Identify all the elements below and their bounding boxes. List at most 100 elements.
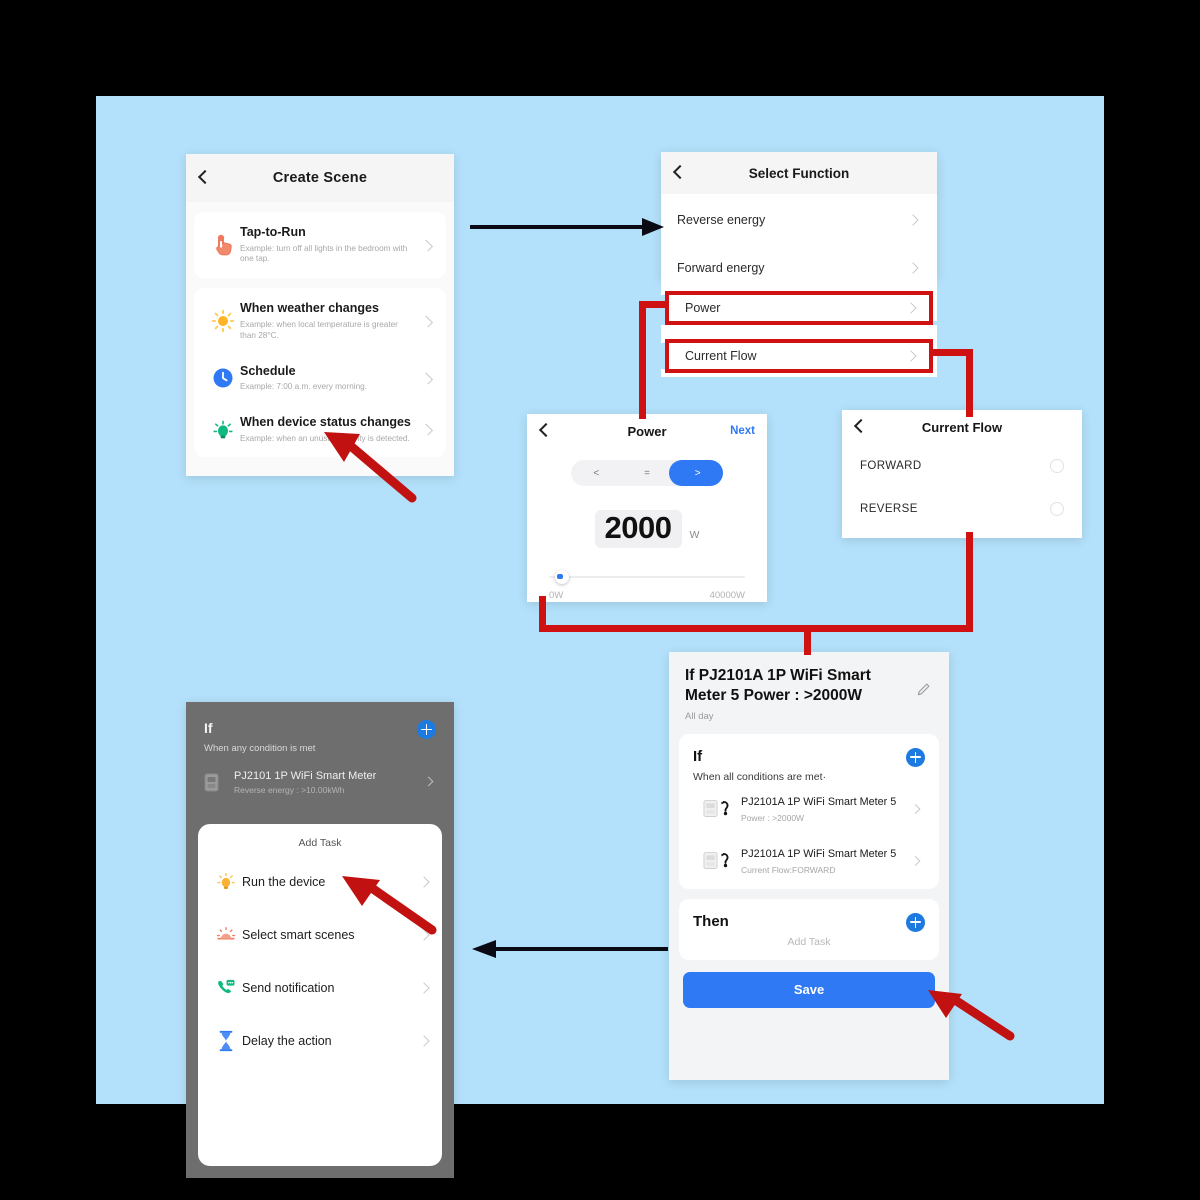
sheet-item-send-notification[interactable]: Send notification: [198, 961, 442, 1014]
operator-segmented-control[interactable]: < = >: [571, 460, 723, 486]
if-section: If When all conditions are met· PJ2101A …: [679, 733, 939, 889]
option-reverse[interactable]: REVERSE: [842, 487, 1082, 530]
background-device-row[interactable]: PJ2101 1P WiFi Smart Meter Reverse energ…: [204, 770, 436, 795]
plus-circle-icon[interactable]: [906, 912, 925, 932]
list-item-forward-energy[interactable]: Forward energy: [661, 252, 937, 280]
list-item-text: When weather changes Example: when local…: [240, 301, 422, 341]
sheet-item-delay-the-action[interactable]: Delay the action: [198, 1014, 442, 1067]
next-button[interactable]: Next: [730, 425, 755, 437]
black-arrow-create-to-select: [470, 218, 664, 236]
power-value-input[interactable]: 2000: [594, 510, 682, 549]
list-item-reverse-energy[interactable]: Reverse energy: [661, 204, 937, 236]
bulb-icon: [210, 871, 242, 893]
save-button[interactable]: Save: [683, 971, 935, 1008]
power-panel: Power Next < = > 2000 W 0W 40000W: [527, 414, 767, 602]
operator-less-than[interactable]: <: [571, 468, 622, 479]
red-pointer-run-the-device: [342, 876, 437, 935]
background-device-text: PJ2101 1P WiFi Smart Meter Reverse energ…: [234, 770, 436, 795]
chevron-right-icon: [420, 372, 434, 385]
smart-meter-icon: [204, 773, 234, 793]
power-slider[interactable]: [549, 570, 745, 585]
page-title: Select Function: [748, 165, 850, 181]
radio-icon[interactable]: [1050, 458, 1064, 473]
operator-equals[interactable]: =: [622, 468, 673, 479]
page-title: Current Flow: [921, 419, 1003, 435]
list-item-title: Schedule: [240, 363, 296, 378]
chevron-right-icon: [420, 423, 434, 436]
create-scene-header: Create Scene: [186, 154, 454, 202]
slider-track: [549, 576, 745, 579]
chevron-right-icon: [420, 315, 434, 328]
connector-rail-to-summary: [804, 625, 811, 655]
power-value-row: 2000 W: [527, 510, 767, 549]
option-forward[interactable]: FORWARD: [842, 444, 1082, 487]
if-label: If: [204, 720, 213, 736]
condition-detail: Current Flow:FORWARD: [741, 864, 836, 875]
create-scene-group-tap: Tap-to-Run Example: turn off all lights …: [194, 212, 446, 279]
sun-icon: [206, 309, 240, 333]
condition-detail: Power : >2000W: [741, 812, 805, 823]
select-function-panel: Select Function Reverse energy Forward e…: [661, 152, 937, 280]
back-icon[interactable]: [853, 418, 869, 436]
motion-sensor-icon: [206, 418, 240, 442]
page-title: If PJ2101A 1P WiFi Smart Meter 5 Power :…: [685, 667, 871, 704]
connector-bottom-rail: [539, 625, 973, 632]
power-header: Power Next: [527, 414, 767, 448]
chevron-right-icon: [907, 214, 919, 226]
list-item-text: Tap-to-Run Example: turn off all lights …: [240, 225, 422, 265]
background-if-section: If When any condition is met PJ2101 1P W…: [186, 702, 454, 795]
slider-knob[interactable]: [555, 570, 569, 585]
chevron-right-icon: [418, 1034, 430, 1047]
hourglass-icon: [210, 1030, 242, 1052]
then-section: Then Add Task: [679, 898, 939, 960]
radio-icon[interactable]: [1050, 501, 1064, 516]
chevron-right-icon: [418, 981, 430, 994]
red-pointer-device-status: [324, 432, 417, 503]
add-task-placeholder[interactable]: Add Task: [693, 936, 925, 948]
slider-min-label: 0W: [549, 590, 564, 602]
list-item-desc: Example: turn off all lights in the bedr…: [240, 243, 408, 264]
page-title: Create Scene: [272, 170, 368, 186]
list-item-schedule[interactable]: Schedule Example: 7:00 a.m. every mornin…: [194, 353, 446, 404]
then-label: Then: [693, 912, 729, 930]
back-icon[interactable]: [672, 164, 688, 182]
if-label: If: [693, 747, 703, 765]
summary-subtitle: All day: [685, 710, 714, 722]
condition-device-name: PJ2101A 1P WiFi Smart Meter 5: [741, 847, 897, 860]
list-item-label: Forward energy: [677, 261, 765, 275]
condition-device-name: PJ2101A 1P WiFi Smart Meter 5: [741, 795, 897, 808]
summary-header: If PJ2101A 1P WiFi Smart Meter 5 Power :…: [669, 652, 949, 732]
sheet-item-label: Send notification: [242, 980, 335, 995]
sheet-title: Add Task: [298, 837, 342, 849]
condition-text: PJ2101A 1P WiFi Smart Meter 5 Current Fl…: [741, 847, 925, 875]
condition-row-current-flow[interactable]: PJ2101A 1P WiFi Smart Meter 5 Current Fl…: [693, 835, 925, 887]
condition-row-power[interactable]: PJ2101A 1P WiFi Smart Meter 5 Power : >2…: [693, 783, 925, 835]
scene-icon: [210, 924, 242, 946]
plus-circle-icon[interactable]: [417, 720, 436, 739]
back-icon[interactable]: [538, 422, 554, 440]
power-unit-label: W: [689, 529, 700, 542]
if-condition-text: When any condition is met: [204, 743, 316, 754]
device-name: PJ2101 1P WiFi Smart Meter: [234, 770, 377, 782]
list-item-tap-to-run[interactable]: Tap-to-Run Example: turn off all lights …: [194, 214, 446, 276]
plus-circle-icon[interactable]: [906, 747, 925, 767]
phone-message-icon: [210, 977, 242, 999]
power-slider-scale: 0W 40000W: [549, 590, 745, 601]
pencil-icon[interactable]: [916, 682, 931, 702]
select-function-header: Select Function: [661, 152, 937, 194]
list-item-desc: Example: when local temperature is great…: [240, 319, 398, 340]
current-flow-header: Current Flow: [842, 410, 1082, 444]
diagram-canvas: Create Scene Tap-to-Run Example: turn of…: [96, 96, 1104, 1178]
list-item-label: Reverse energy: [677, 213, 766, 227]
smart-meter-icon: [703, 850, 741, 872]
black-arrow-summary-to-addtask: [472, 940, 668, 958]
condition-text: PJ2101A 1P WiFi Smart Meter 5 Power : >2…: [741, 795, 925, 823]
slider-fill-dot: [557, 574, 563, 580]
list-item-when-weather-changes[interactable]: When weather changes Example: when local…: [194, 290, 446, 352]
list-item-text: Schedule Example: 7:00 a.m. every mornin…: [240, 364, 422, 393]
back-icon[interactable]: [197, 169, 213, 187]
clock-icon: [206, 367, 240, 389]
operator-greater-than[interactable]: >: [672, 468, 723, 479]
sheet-item-label: Delay the action: [242, 1033, 332, 1048]
add-task-panel: If When any condition is met PJ2101 1P W…: [186, 702, 454, 1178]
